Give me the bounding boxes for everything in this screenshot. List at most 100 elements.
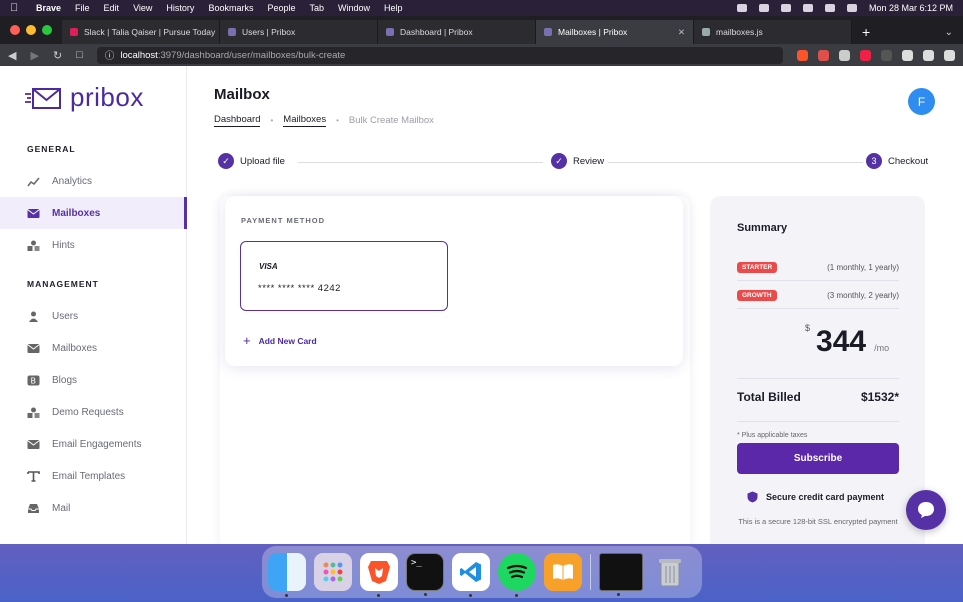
menu-bookmarks[interactable]: Bookmarks: [208, 3, 253, 13]
books-icon[interactable]: [544, 553, 582, 591]
taxes-note: * Plus applicable taxes: [737, 432, 808, 439]
sidebar-item-blogs[interactable]: B Blogs: [0, 364, 187, 396]
sidebar-item-users[interactable]: Users: [0, 300, 187, 332]
shield-icon: [747, 491, 758, 503]
avatar[interactable]: F: [908, 88, 935, 115]
total-label: Total Billed: [737, 390, 801, 404]
secure-title: Secure credit card payment: [766, 492, 885, 502]
menu-edit[interactable]: Edit: [104, 3, 120, 13]
back-icon[interactable]: ◀: [8, 49, 16, 62]
menu-people[interactable]: People: [267, 3, 295, 13]
tab-title: Users | Pribox: [242, 27, 296, 37]
sidebar-item-email-templates[interactable]: Email Templates: [0, 460, 187, 492]
sidebar-item-hints[interactable]: Hints: [0, 229, 187, 261]
status-icons: Mon 28 Mar 6:12 PM: [736, 3, 953, 13]
site-info-icon[interactable]: ⓘ: [105, 48, 115, 62]
wifi-icon[interactable]: [802, 4, 813, 12]
step-label: Review: [573, 155, 605, 167]
sidebar-item-label: Demo Requests: [52, 406, 124, 418]
brave-rewards-icon[interactable]: [818, 49, 829, 61]
window-controls: [0, 16, 62, 44]
minimize-window-icon[interactable]: [26, 25, 36, 35]
play-icon[interactable]: [758, 4, 769, 12]
spotify-icon[interactable]: [498, 553, 536, 597]
price-amount: 344: [816, 325, 867, 358]
tab-slack[interactable]: Slack | Talia Qaiser | Pursue Today: [62, 20, 220, 44]
breadcrumb-dashboard[interactable]: Dashboard: [214, 114, 261, 127]
sidebar-item-analytics[interactable]: Analytics: [0, 165, 187, 197]
subscribe-button[interactable]: Subscribe: [737, 443, 899, 474]
close-window-icon[interactable]: [10, 25, 20, 35]
extension-icon[interactable]: [839, 49, 850, 61]
terminal-window-thumbnail-icon[interactable]: [599, 553, 643, 596]
add-new-card-button[interactable]: + Add New Card: [243, 333, 317, 348]
forward-icon[interactable]: ▶: [30, 49, 38, 62]
sidebar-item-label: Mailboxes: [52, 207, 101, 219]
flag-icon[interactable]: [736, 4, 747, 12]
menu-file[interactable]: File: [75, 3, 90, 13]
secure-payment: Secure credit card payment: [747, 491, 884, 503]
step-connector: [608, 162, 863, 163]
envelope-logo-icon: [25, 87, 61, 109]
vscode-icon[interactable]: [452, 553, 490, 597]
extensions: [797, 49, 955, 61]
plan-desc: (3 monthly, 2 yearly): [827, 291, 899, 300]
check-icon: ✓: [551, 153, 567, 169]
apple-icon[interactable]: : [10, 2, 22, 14]
finder-icon[interactable]: [268, 553, 306, 597]
extension-icon[interactable]: [860, 49, 871, 61]
menu-tab[interactable]: Tab: [309, 3, 324, 13]
menu-history[interactable]: History: [166, 3, 194, 13]
divider: [737, 378, 899, 379]
terminal-icon[interactable]: >_: [406, 553, 444, 596]
battery-icon[interactable]: [780, 4, 791, 12]
control-center-icon[interactable]: [846, 4, 857, 12]
menu-view[interactable]: View: [133, 3, 152, 13]
sidebar-item-label: Email Engagements: [52, 438, 142, 450]
menu-app-name[interactable]: Brave: [36, 3, 61, 13]
crosshair-icon[interactable]: [881, 49, 892, 61]
sidebar-item-demo-requests[interactable]: Demo Requests: [0, 396, 187, 428]
new-tab-button[interactable]: +: [852, 20, 880, 44]
chat-button[interactable]: [906, 490, 946, 530]
card-number: **** **** **** 4242: [258, 283, 341, 294]
wallet-icon[interactable]: [923, 49, 934, 61]
step-connector: [298, 162, 543, 163]
tab-users[interactable]: Users | Pribox: [220, 20, 378, 44]
menu-icon[interactable]: [944, 49, 955, 61]
brave-shields-icon[interactable]: [797, 49, 808, 61]
svg-text:B: B: [31, 376, 37, 385]
clock[interactable]: Mon 28 Mar 6:12 PM: [869, 3, 953, 13]
address-bar[interactable]: ⓘ localhost:3979/dashboard/user/mailboxe…: [96, 46, 783, 64]
tab-list-chevron-icon[interactable]: ⌄: [935, 20, 963, 44]
sidebar-item-mailboxes[interactable]: Mailboxes: [0, 197, 187, 229]
search-icon[interactable]: [824, 4, 835, 12]
sidebar-item-mail[interactable]: Mail: [0, 492, 187, 524]
close-tab-icon[interactable]: ✕: [678, 27, 685, 38]
puzzle-icon[interactable]: [902, 49, 913, 61]
text-icon: [27, 470, 40, 482]
launchpad-icon[interactable]: [314, 553, 352, 591]
menu-help[interactable]: Help: [384, 3, 403, 13]
sidebar-item-label: Mail: [52, 502, 71, 514]
sidebar: pribox GENERAL Analytics Mailboxes Hints…: [0, 66, 187, 544]
saved-card-option[interactable]: VISA **** **** **** 4242: [240, 241, 448, 311]
tab-dashboard[interactable]: Dashboard | Pribox: [378, 20, 536, 44]
tab-mailboxes-js[interactable]: mailboxes.js: [694, 20, 852, 44]
breadcrumb-mailboxes[interactable]: Mailboxes: [283, 114, 327, 127]
brave-browser-icon[interactable]: [360, 553, 398, 597]
sidebar-item-email-engagements[interactable]: Email Engagements: [0, 428, 187, 460]
divider: [737, 280, 899, 281]
zoom-window-icon[interactable]: [42, 25, 52, 35]
tab-mailboxes[interactable]: Mailboxes | Pribox ✕: [536, 20, 694, 44]
sidebar-item-mailboxes-management[interactable]: Mailboxes: [0, 332, 187, 364]
logo[interactable]: pribox: [24, 82, 144, 113]
reload-icon[interactable]: ↻: [53, 49, 62, 62]
plan-desc: (1 monthly, 1 yearly): [827, 263, 899, 272]
pribox-favicon-icon: [228, 28, 236, 36]
macos-menubar:  Brave File Edit View History Bookmarks…: [0, 0, 963, 16]
menu-window[interactable]: Window: [338, 3, 370, 13]
bookmark-icon[interactable]: □: [76, 49, 83, 61]
checkout-stepper: ✓ Upload file ✓ Review 3 Checkout: [218, 153, 934, 171]
trash-icon[interactable]: [651, 553, 689, 591]
